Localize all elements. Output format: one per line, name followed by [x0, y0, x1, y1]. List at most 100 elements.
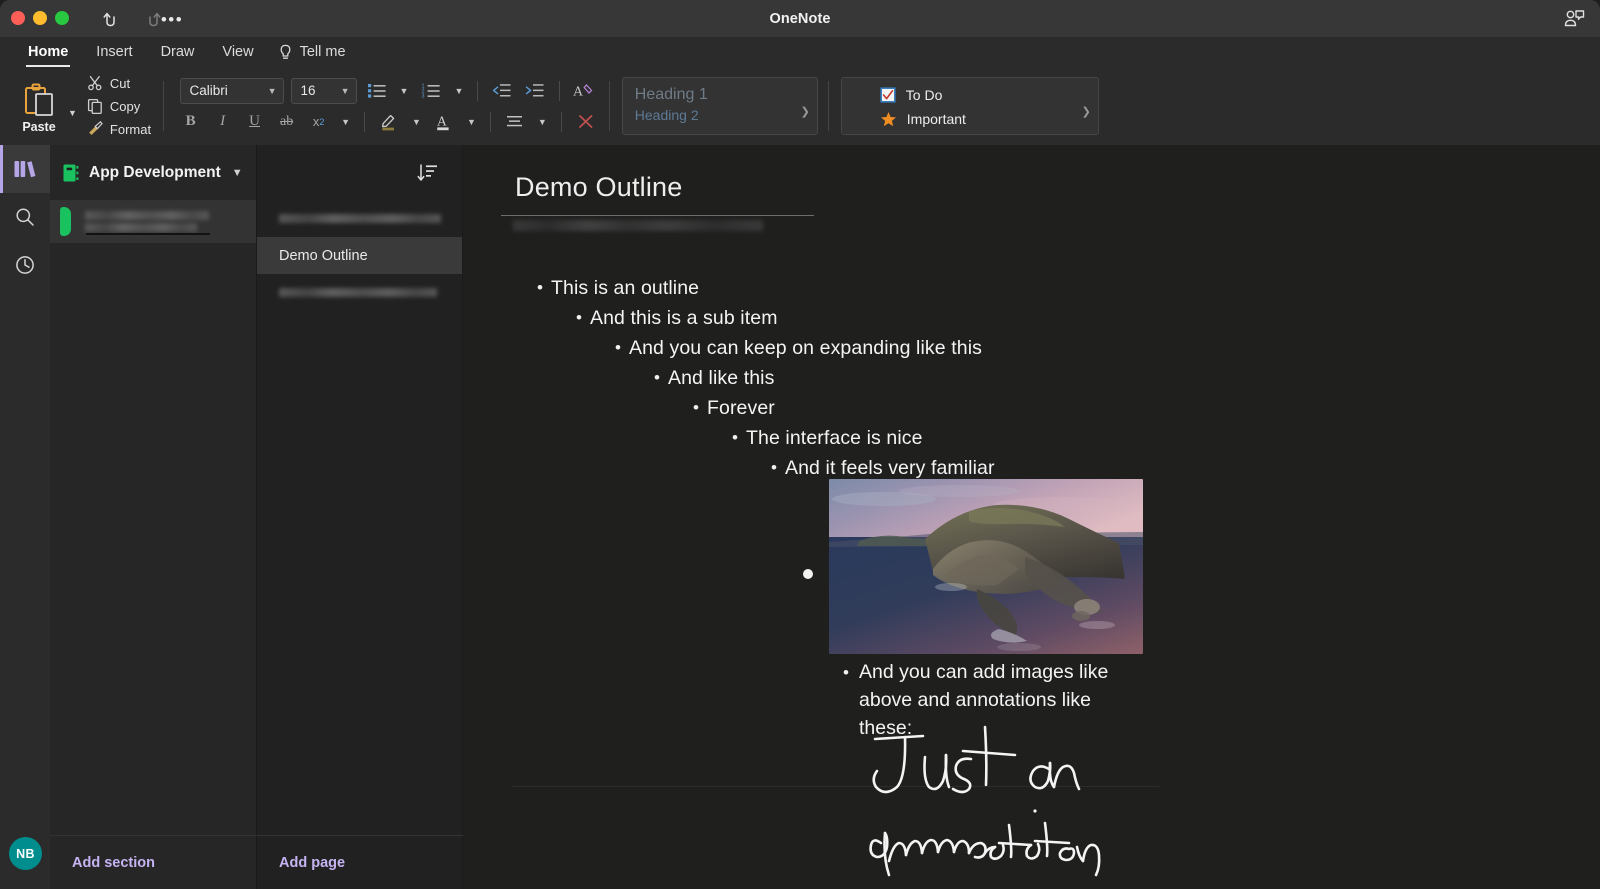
notebook-name: App Development [89, 164, 221, 182]
copy-icon [87, 98, 103, 114]
styles-gallery[interactable]: Heading 1 Heading 2 ❯ [622, 77, 818, 135]
outline-item[interactable]: •And this is a sub item [463, 303, 1600, 333]
page-canvas[interactable]: Demo Outline •This is an outline•And thi… [463, 145, 1600, 889]
bullet-icon: • [529, 273, 551, 303]
remove-tag-icon[interactable] [573, 110, 599, 134]
outline-item-tail-label: And you can add images like above and an… [859, 658, 1131, 742]
tags-expand-chevron-icon[interactable]: ❯ [1082, 105, 1091, 118]
cut-button[interactable]: Cut [85, 72, 157, 94]
font-group: Calibri ▼ 16 ▼ ▼ [164, 67, 609, 145]
font-size-value: 16 [301, 83, 316, 98]
bold-button[interactable]: B [178, 110, 203, 134]
ribbon: Paste ▼ Cut [0, 67, 1600, 145]
page-item-demo-outline[interactable]: Demo Outline [257, 237, 462, 274]
ribbon-tab-bar: Home Insert Draw View Tell me [0, 37, 1600, 67]
page-date-redacted [513, 220, 763, 231]
tell-me-label: Tell me [300, 44, 346, 60]
copy-button[interactable]: Copy [85, 95, 157, 117]
divider [561, 112, 562, 132]
bullet-list-icon[interactable] [364, 79, 390, 103]
notebook-selector[interactable]: App Development ▼ [50, 145, 256, 200]
tag-todo[interactable]: To Do [880, 83, 1098, 107]
tag-important[interactable]: Important [880, 107, 1098, 131]
divider [559, 81, 560, 101]
format-painter-button[interactable]: Format [85, 118, 157, 140]
tab-insert[interactable]: Insert [82, 40, 146, 65]
font-row-top: Calibri ▼ 16 ▼ ▼ [180, 78, 598, 104]
collaboration-icon[interactable] [1562, 8, 1586, 30]
page-name-redacted [279, 214, 439, 223]
page-item[interactable] [257, 200, 462, 237]
clipboard-group: Paste ▼ Cut [0, 67, 163, 145]
minimize-window-button[interactable] [33, 11, 47, 25]
font-family-select[interactable]: Calibri ▼ [180, 78, 284, 104]
highlight-caret[interactable]: ▼ [409, 117, 424, 127]
tag-todo-label: To Do [906, 87, 943, 103]
subscript-button[interactable]: x2 [306, 110, 331, 134]
outline-item[interactable]: •This is an outline [463, 273, 1600, 303]
more-options-icon[interactable]: ••• [160, 8, 184, 30]
svg-text:A: A [437, 114, 447, 129]
font-size-select[interactable]: 16 ▼ [291, 78, 357, 104]
outline-item-tail[interactable]: • And you can add images like above and … [833, 658, 1131, 742]
italic-button[interactable]: I [210, 110, 235, 134]
page-title[interactable]: Demo Outline [515, 172, 682, 203]
maximize-window-button[interactable] [55, 11, 69, 25]
style-heading-2[interactable]: Heading 2 [635, 105, 817, 125]
decrease-indent-icon[interactable] [489, 79, 515, 103]
outline-item-label: And you can keep on expanding like this [629, 333, 982, 363]
add-section-button[interactable]: Add section [50, 835, 257, 889]
inserted-image[interactable] [829, 479, 1143, 654]
outline-item-label: And this is a sub item [590, 303, 778, 333]
paste-dropdown-caret[interactable]: ▼ [68, 108, 77, 118]
underline-button[interactable]: U [242, 110, 267, 134]
outline-item-label: This is an outline [551, 273, 699, 303]
add-page-button[interactable]: Add page [257, 835, 463, 889]
rail-item-recent[interactable] [0, 241, 50, 289]
increase-indent-icon[interactable] [522, 79, 548, 103]
styles-expand-chevron-icon[interactable]: ❯ [801, 105, 810, 118]
font-color-caret[interactable]: ▼ [464, 117, 479, 127]
tab-home[interactable]: Home [14, 40, 82, 65]
outline-item[interactable]: •And you can keep on expanding like this [463, 333, 1600, 363]
island-photo [829, 479, 1143, 654]
font-color-icon[interactable]: A [431, 110, 457, 134]
chevron-down-icon: ▼ [341, 86, 350, 96]
tab-view[interactable]: View [208, 40, 267, 65]
strikethrough-button[interactable]: ab [274, 110, 299, 134]
tell-me-search[interactable]: Tell me [278, 44, 346, 61]
tab-draw[interactable]: Draw [147, 40, 209, 65]
tags-gallery[interactable]: To Do Important ❯ [841, 77, 1099, 135]
clear-formatting-icon[interactable]: A [571, 79, 597, 103]
divider [477, 81, 478, 101]
align-icon[interactable] [502, 110, 528, 134]
bullet-icon: • [833, 658, 859, 688]
section-color-tab [60, 207, 71, 236]
rail-item-search[interactable] [0, 193, 50, 241]
cut-label: Cut [110, 76, 130, 91]
outline-item[interactable]: •And like this [463, 363, 1600, 393]
bullet-list-caret[interactable]: ▼ [397, 86, 412, 96]
chevron-down-icon[interactable]: ▼ [232, 167, 243, 179]
subscript-caret[interactable]: ▼ [338, 117, 353, 127]
outline-item[interactable]: •The interface is nice [463, 423, 1600, 453]
undo-icon[interactable] [98, 6, 124, 32]
style-heading-1[interactable]: Heading 1 [635, 84, 817, 105]
outline-item[interactable]: •Forever [463, 393, 1600, 423]
paste-button[interactable]: Paste [12, 79, 66, 134]
rail-item-notebooks[interactable] [0, 145, 50, 193]
align-caret[interactable]: ▼ [535, 117, 550, 127]
highlight-color-icon[interactable] [376, 110, 402, 134]
sort-pages-icon[interactable] [415, 160, 441, 186]
numbered-list-caret[interactable]: ▼ [451, 86, 466, 96]
bullet-icon: • [607, 333, 629, 363]
section-item[interactable] [50, 200, 256, 243]
svg-text:3: 3 [422, 94, 425, 99]
bullet-icon: • [685, 393, 707, 423]
avatar[interactable]: NB [9, 837, 42, 870]
numbered-list-icon[interactable]: 1 2 3 [418, 79, 444, 103]
close-window-button[interactable] [11, 11, 25, 25]
chevron-down-icon: ▼ [268, 86, 277, 96]
page-item[interactable] [257, 274, 462, 311]
format-painter-icon [87, 121, 103, 137]
